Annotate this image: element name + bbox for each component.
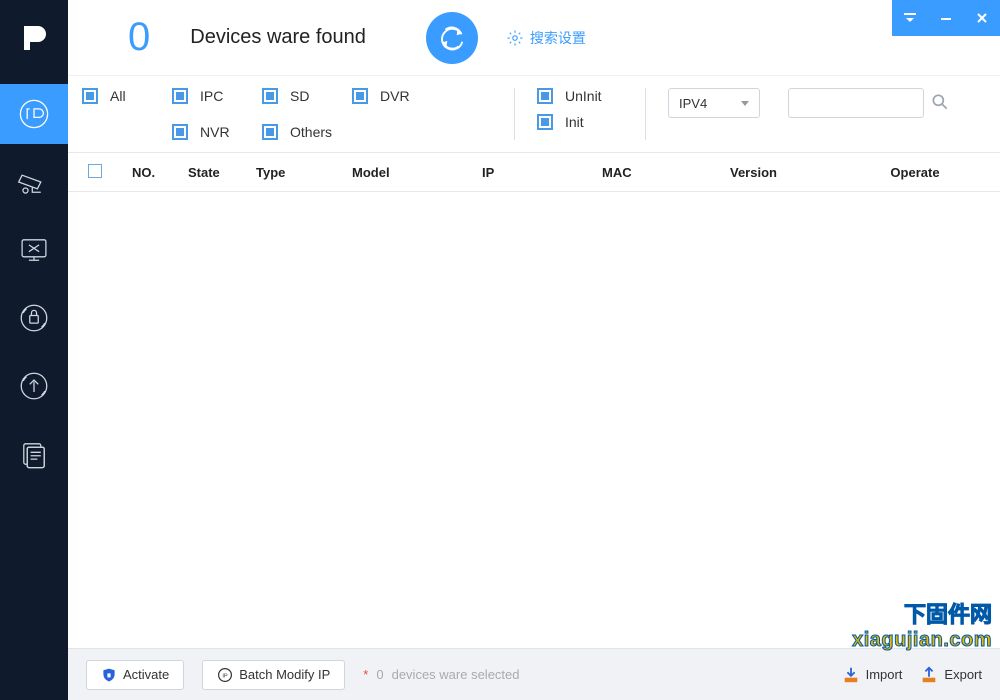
filter-all[interactable]: All [82,88,160,104]
col-no: NO. [126,165,182,180]
footer-bar: Activate IP Batch Modify IP * 0 devices … [68,648,1000,700]
filter-bar: All IPC SD DVR NVR Others UnInit Init IP… [68,76,1000,152]
sidebar [0,0,68,700]
search-settings-label: 搜索设置 [530,28,586,48]
window-menu-button[interactable] [895,0,925,36]
title-bar: 0 Devices ware found 搜索设置 [68,0,1000,76]
filter-nvr[interactable]: NVR [172,124,250,140]
filter-divider [514,88,515,140]
batch-modify-ip-button[interactable]: IP Batch Modify IP [202,660,345,690]
window-controls [892,0,1000,36]
ip-version-select[interactable]: IPV4 [668,88,760,118]
col-mac: MAC [596,165,724,180]
refresh-button[interactable] [426,12,478,64]
gear-icon [506,29,524,47]
sidebar-security[interactable] [0,288,68,348]
import-button[interactable]: Import [842,666,903,684]
search-input[interactable] [788,88,924,118]
svg-text:IP: IP [223,673,229,679]
table-header: NO. State Type Model IP MAC Version Oper… [68,152,1000,192]
sidebar-tools[interactable] [0,220,68,280]
filter-divider-2 [645,88,646,140]
col-ip: IP [476,165,596,180]
filter-init[interactable]: Init [537,114,615,130]
col-version: Version [724,165,844,180]
filter-dvr[interactable]: DVR [352,88,430,104]
sync-icon [437,23,467,53]
close-button[interactable] [967,0,997,36]
export-button[interactable]: Export [920,666,982,684]
select-all-checkbox[interactable] [82,164,126,181]
sidebar-ip-config[interactable] [0,84,68,144]
col-state: State [182,165,250,180]
device-count: 0 [128,15,150,60]
sidebar-docs[interactable] [0,424,68,484]
sidebar-camera[interactable] [0,152,68,212]
col-type: Type [250,165,346,180]
page-title: Devices ware found [190,26,366,49]
ip-icon: IP [217,667,233,683]
export-icon [920,666,938,684]
filter-ipc[interactable]: IPC [172,88,250,104]
filter-uninit[interactable]: UnInit [537,88,615,104]
filter-others[interactable]: Others [262,124,340,140]
col-model: Model [346,165,476,180]
search-button[interactable] [930,92,952,114]
import-icon [842,666,860,684]
selection-info: * 0 devices ware selected [363,667,519,682]
shield-icon [101,667,117,683]
main-panel: 0 Devices ware found 搜索设置 [68,0,1000,700]
table-body [68,192,1000,648]
search-settings-link[interactable]: 搜索设置 [506,28,586,48]
sidebar-upgrade[interactable] [0,356,68,416]
minimize-button[interactable] [931,0,961,36]
chevron-down-icon [741,101,749,106]
col-operate: Operate [844,165,986,180]
filter-sd[interactable]: SD [262,88,340,104]
search-icon [930,92,950,112]
app-logo [0,0,68,76]
activate-button[interactable]: Activate [86,660,184,690]
